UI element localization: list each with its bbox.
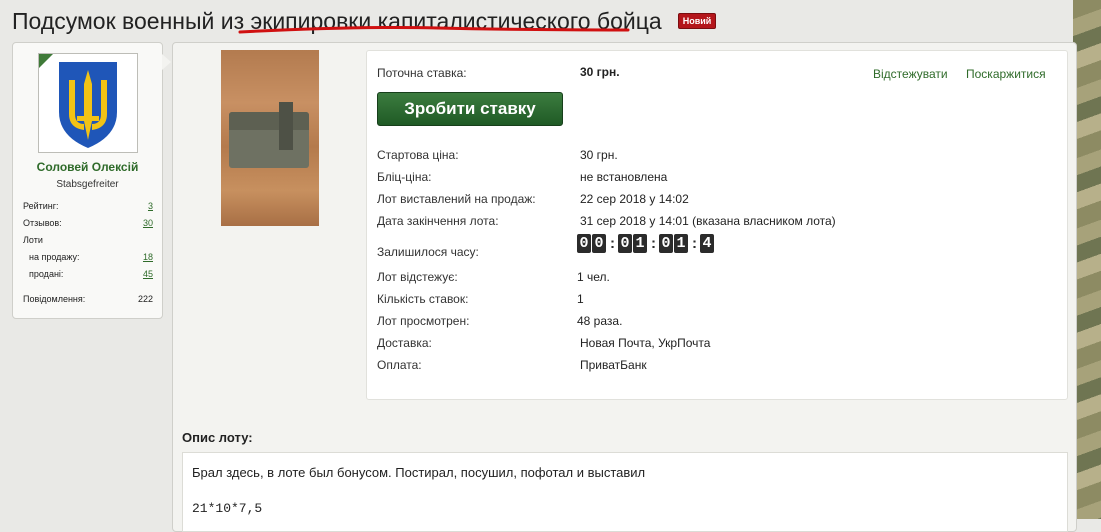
- current-bid-label: Поточна ставка:: [377, 66, 467, 80]
- stat-lots: Лоти: [23, 235, 153, 245]
- background-camo-strip: [1073, 0, 1101, 519]
- pouch-flap: [229, 112, 309, 130]
- watch-link[interactable]: Відстежувати: [873, 67, 948, 81]
- pouch-strap: [279, 102, 293, 150]
- timer-separator: :: [692, 235, 697, 252]
- stat-reviews-value[interactable]: 30: [143, 218, 153, 228]
- seller-rank: Stabsgefreiter: [56, 179, 119, 190]
- blitz-price-label: Бліц-ціна:: [377, 170, 432, 184]
- views-value: 48 раза.: [577, 314, 623, 328]
- stat-for-sale: на продажу: 18: [29, 252, 153, 262]
- stat-rating-value[interactable]: 3: [148, 201, 153, 211]
- seller-avatar[interactable]: [38, 53, 138, 153]
- red-underline-annotation: [238, 26, 630, 34]
- end-date-label: Дата закінчення лота:: [377, 214, 499, 228]
- timer-digit: 0: [592, 234, 606, 253]
- lot-photo[interactable]: [221, 50, 319, 226]
- stat-sold: продані: 45: [29, 269, 153, 279]
- timer-digit: 0: [618, 234, 632, 253]
- end-date-value: 31 сер 2018 у 14:01 (вказана власником л…: [580, 214, 836, 228]
- timer-separator: :: [610, 235, 615, 252]
- card-pointer: [162, 54, 171, 70]
- bid-count-label: Кількість ставок:: [377, 292, 469, 306]
- avatar-corner-mark: [39, 54, 53, 68]
- timer-digit: 4: [700, 234, 714, 253]
- description-text: Брал здесь, в лоте был бонусом. Постирал…: [192, 465, 646, 480]
- views-label: Лот просмотрен:: [377, 314, 470, 328]
- start-price-value: 30 грн.: [580, 148, 618, 162]
- new-badge: Новий: [677, 13, 717, 29]
- stat-reviews: Отзывов: 30: [23, 218, 153, 228]
- report-link[interactable]: Поскаржитися: [966, 67, 1046, 81]
- stat-lots-label: Лоти: [23, 235, 43, 245]
- bid-count-value: 1: [577, 292, 584, 306]
- stat-messages-value: 222: [137, 294, 153, 304]
- listed-date-label: Лот виставлений на продаж:: [377, 192, 536, 206]
- listed-date-value: 22 сер 2018 у 14:02: [580, 192, 689, 206]
- stat-for-sale-label: на продажу:: [29, 252, 80, 262]
- countdown-timer: 0 0 : 0 1 : 0 1 : 4: [577, 234, 715, 253]
- stat-rating: Рейтинг: 3: [23, 201, 153, 211]
- start-price-label: Стартова ціна:: [377, 148, 459, 162]
- watchers-value: 1 чел.: [577, 270, 610, 284]
- payment-value: ПриватБанк: [580, 358, 647, 372]
- delivery-value: Новая Почта, УкрПочта: [580, 336, 711, 350]
- stat-for-sale-value[interactable]: 18: [143, 252, 153, 262]
- watchers-label: Лот відстежує:: [377, 270, 458, 284]
- timer-digit: 0: [659, 234, 673, 253]
- stat-messages: Повідомлення: 222: [23, 294, 153, 304]
- stat-sold-label: продані:: [29, 269, 64, 279]
- description-dimensions: 21*10*7,5: [192, 501, 263, 516]
- stat-rating-label: Рейтинг:: [23, 201, 59, 211]
- time-left-label: Залишилося часу:: [377, 245, 479, 259]
- timer-separator: :: [651, 235, 656, 252]
- stat-reviews-label: Отзывов:: [23, 218, 62, 228]
- timer-digit: 1: [633, 234, 647, 253]
- seller-card: Соловей Олексій Stabsgefreiter Рейтинг: …: [12, 42, 163, 319]
- timer-digit: 1: [674, 234, 688, 253]
- description-title: Опис лоту:: [182, 430, 253, 445]
- stat-messages-label: Повідомлення:: [23, 294, 86, 304]
- place-bid-button[interactable]: Зробити ставку: [377, 92, 563, 126]
- payment-label: Оплата:: [377, 358, 422, 372]
- current-bid-value: 30 грн.: [580, 65, 620, 79]
- coat-of-arms-icon: [59, 62, 117, 148]
- seller-name[interactable]: Соловей Олексій: [13, 160, 162, 174]
- blitz-price-value: не встановлена: [580, 170, 668, 184]
- description-box: [182, 452, 1068, 532]
- delivery-label: Доставка:: [377, 336, 432, 350]
- timer-digit: 0: [577, 234, 591, 253]
- stat-sold-value[interactable]: 45: [143, 269, 153, 279]
